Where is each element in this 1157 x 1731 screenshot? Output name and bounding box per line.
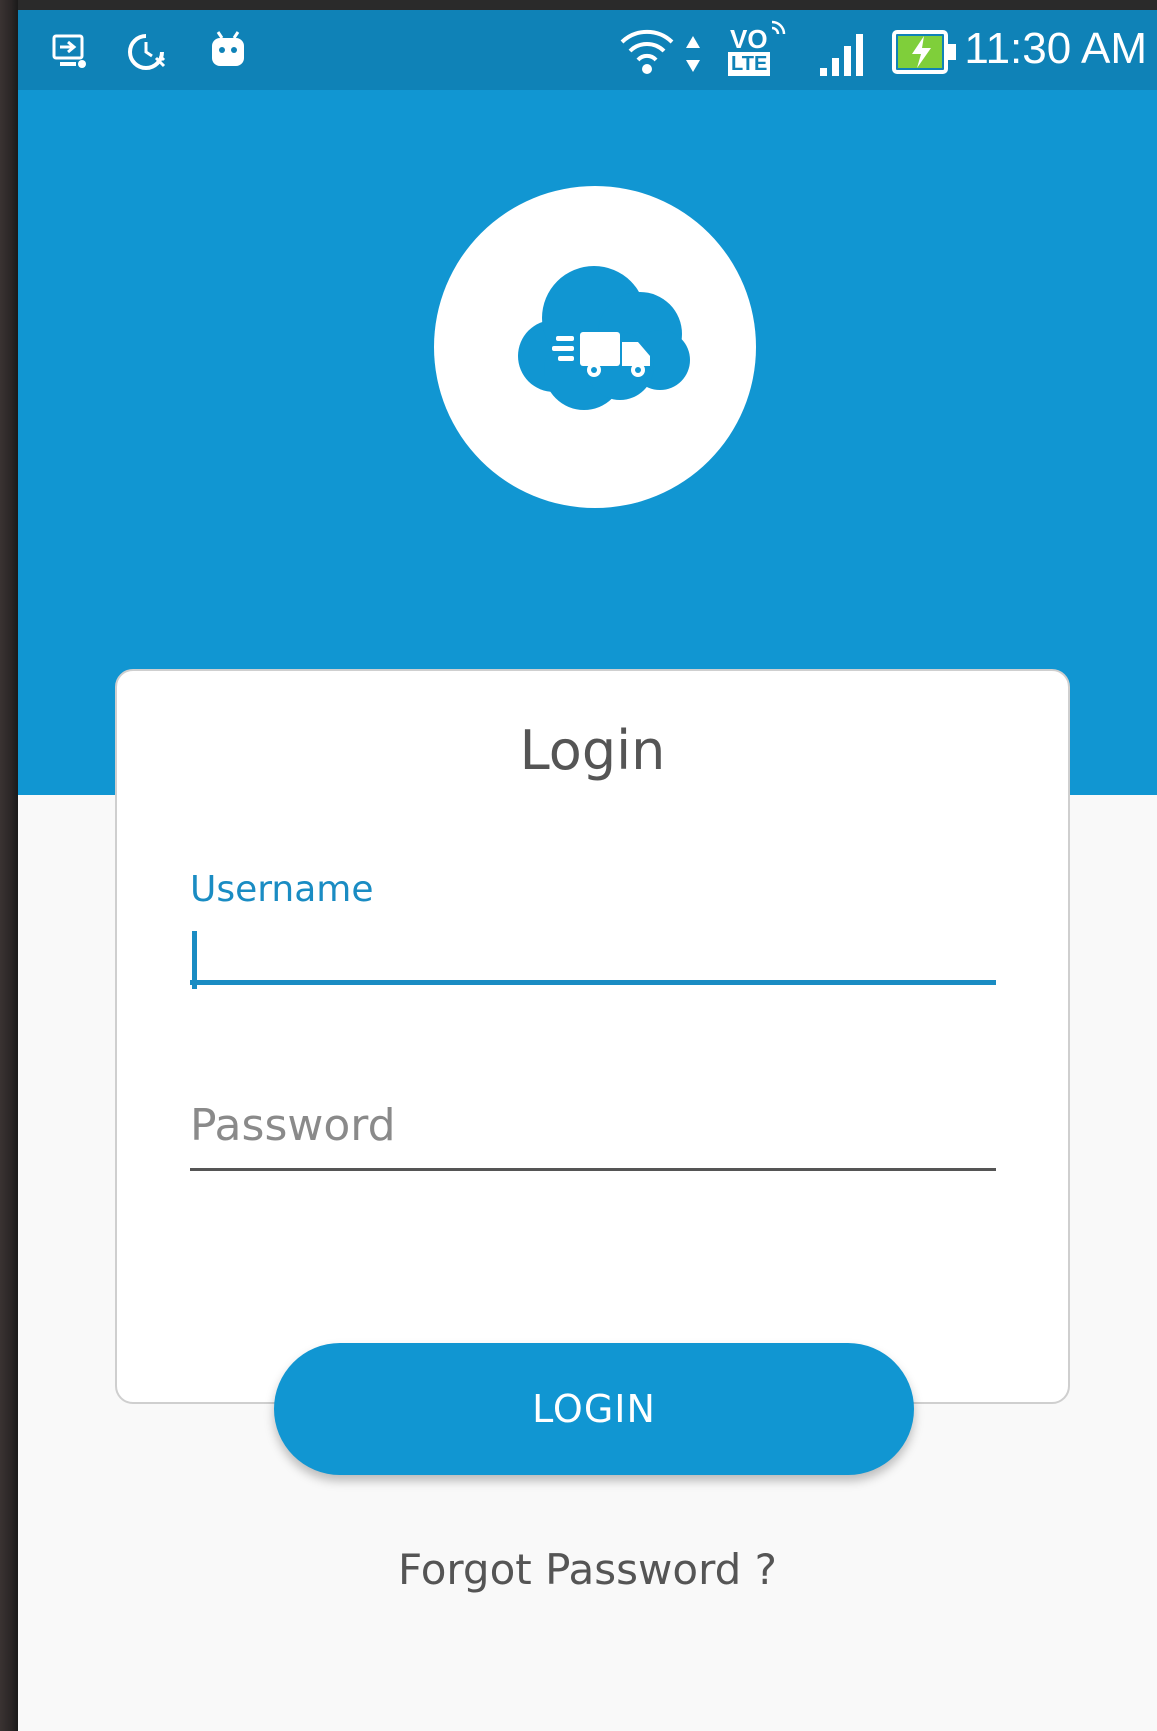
data-saver-icon (126, 32, 170, 76)
app-logo (434, 186, 756, 508)
data-arrows-icon (684, 34, 702, 78)
username-label: Username (190, 869, 374, 910)
screen-cast-icon (50, 32, 90, 76)
status-time: 11:30 AM (964, 24, 1147, 73)
login-card: Login Username (115, 669, 1070, 1404)
login-title: Login (519, 719, 666, 782)
text-cursor (192, 931, 197, 989)
login-button[interactable]: LOGIN (274, 1343, 914, 1475)
username-input[interactable] (190, 921, 996, 985)
cloud-delivery-truck-icon (518, 266, 690, 410)
android-icon (208, 26, 248, 74)
volte-badge-bottom: LTE (728, 52, 771, 76)
signal-icon (818, 30, 874, 84)
forgot-password-link[interactable]: Forgot Password ? (18, 1545, 1157, 1594)
volte-icon: VO LTE (726, 20, 790, 80)
volte-badge-top: VO (730, 24, 768, 54)
status-bar: VO LTE 11:30 AM (18, 10, 1157, 90)
phone-screen: VO LTE 11:30 AM Login Username LOGIN For… (18, 10, 1157, 1731)
wifi-icon (618, 24, 676, 80)
battery-charging-icon (892, 30, 958, 78)
password-input[interactable] (190, 1091, 996, 1171)
